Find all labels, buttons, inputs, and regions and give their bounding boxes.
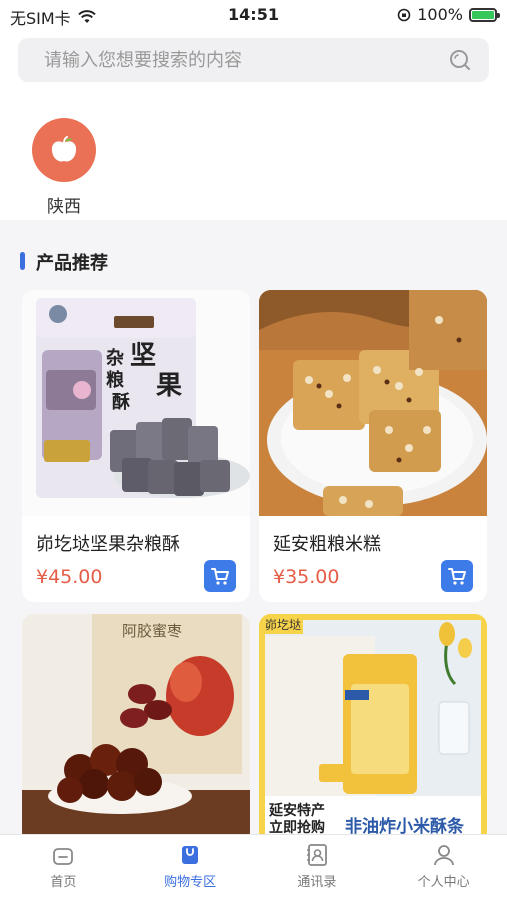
tab-label: 通讯录 <box>297 875 337 890</box>
section-header: 产品推荐 <box>0 236 507 288</box>
apple-icon <box>51 136 77 162</box>
svg-text:粮: 粮 <box>106 369 124 391</box>
product-card[interactable]: 坚 果 杂 粮 酥 峁圪垯坚果杂粮酥 ¥45.00 <box>22 290 250 602</box>
product-price: ¥45.00 <box>36 566 103 588</box>
product-card[interactable]: 延安粗粮米糕 ¥35.00 <box>259 290 487 602</box>
battery-icon <box>469 7 500 22</box>
product-image: 阿胶蜜枣 <box>22 614 250 840</box>
orientation-lock-icon <box>397 8 411 21</box>
product-name: 延安粗粮米糕 <box>273 534 381 555</box>
person-icon <box>433 845 454 866</box>
section-title: 产品推荐 <box>36 253 108 274</box>
product-card[interactable]: 峁圪垯 延安特产 立即抢购 非油炸小米酥条 <box>259 614 487 844</box>
cart-icon <box>211 568 229 585</box>
home-icon <box>53 848 74 865</box>
tab-contacts[interactable]: 通讯录 <box>254 835 381 900</box>
svg-text:杂: 杂 <box>106 348 124 369</box>
status-bar: 无SIM卡 14:51 100% <box>0 0 507 30</box>
svg-text:坚: 坚 <box>130 341 156 371</box>
search-icon[interactable] <box>449 49 471 71</box>
battery-percent: 100% <box>417 5 463 24</box>
category-shaanxi[interactable]: 陕西 <box>32 118 96 217</box>
product-image: 峁圪垯 延安特产 立即抢购 非油炸小米酥条 <box>259 614 487 840</box>
search-box[interactable] <box>18 38 489 82</box>
battery-fill <box>472 10 494 19</box>
category-label: 陕西 <box>47 197 81 217</box>
product-name: 峁圪垯坚果杂粮酥 <box>36 534 180 555</box>
tab-label: 首页 <box>50 875 77 890</box>
section-accent-bar <box>20 252 25 270</box>
status-right: 100% <box>397 5 500 24</box>
package-title: 阿胶蜜枣 <box>122 622 182 640</box>
tab-profile[interactable]: 个人中心 <box>380 835 507 900</box>
cart-icon <box>448 568 466 585</box>
tab-shopping[interactable]: 购物专区 <box>127 835 254 900</box>
bottom-tab-bar: 首页 购物专区 通讯录 个人中心 <box>0 834 507 900</box>
search-input[interactable] <box>44 38 424 82</box>
product-image <box>259 290 487 516</box>
product-card[interactable]: 阿胶蜜枣 <box>22 614 250 844</box>
promo-line-1: 延安特产 <box>268 802 325 819</box>
contacts-icon <box>306 844 327 866</box>
tab-home[interactable]: 首页 <box>0 835 127 900</box>
top-area: 陕西 <box>0 30 507 220</box>
add-to-cart-button[interactable] <box>204 560 236 592</box>
svg-text:果: 果 <box>156 371 182 401</box>
product-image: 坚 果 杂 粮 酥 <box>22 290 250 516</box>
brand-label: 峁圪垯 <box>265 617 301 632</box>
tab-label: 购物专区 <box>164 875 217 890</box>
category-circle <box>32 118 96 182</box>
tab-label: 个人中心 <box>417 875 470 890</box>
product-price: ¥35.00 <box>273 566 340 588</box>
shopping-icon <box>182 846 199 864</box>
add-to-cart-button[interactable] <box>441 560 473 592</box>
svg-text:酥: 酥 <box>112 392 130 413</box>
